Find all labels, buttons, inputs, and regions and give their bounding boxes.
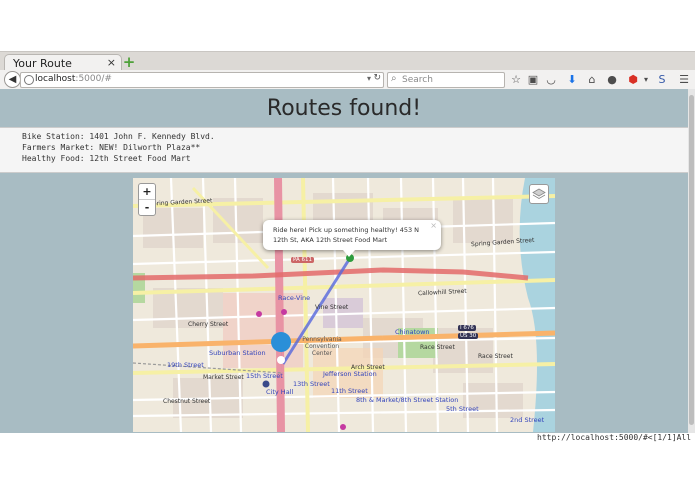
map-label-vine: Vine Street — [315, 304, 349, 311]
map-label-cherry: Cherry Street — [188, 321, 229, 328]
reading-list-icon[interactable]: ▣ — [526, 73, 540, 86]
search-input[interactable] — [402, 74, 500, 85]
map-popup: Ride here! Pick up something healthy! 45… — [263, 220, 441, 257]
bookmark-star-icon[interactable]: ☆ — [509, 73, 523, 86]
result-healthy-food: Healthy Food: 12th Street Food Mart — [22, 154, 191, 163]
tab-strip: Your Route × + — [0, 51, 695, 72]
menu-icon[interactable]: ☰ — [677, 73, 691, 86]
result-bike-station: Bike Station: 1401 John F. Kennedy Blvd. — [22, 132, 215, 141]
map-label-jefferson-station: Jefferson Station — [323, 370, 377, 378]
page-title: Routes found! — [266, 96, 422, 121]
map-label-chestnut: Chestnut Street — [163, 398, 211, 405]
reload-icon[interactable]: ↻ — [373, 73, 381, 83]
download-icon[interactable]: ⬇ — [565, 73, 579, 86]
zoom-out-button[interactable]: - — [139, 200, 155, 215]
url-text: localhost:5000/# — [35, 74, 112, 84]
map-label-market: Market Street — [203, 374, 244, 381]
chat-icon[interactable]: ● — [605, 73, 619, 86]
map-label-13th: 13th Street — [293, 380, 330, 388]
map-shield-us30: US 30 — [458, 333, 479, 339]
window-top-area — [0, 0, 695, 51]
scrollbar-thumb[interactable] — [689, 95, 694, 425]
new-tab-icon[interactable]: + — [122, 55, 136, 70]
zoom-in-button[interactable]: + — [139, 184, 155, 200]
layers-icon — [532, 188, 546, 199]
zoom-control: + - — [138, 183, 156, 216]
layers-control[interactable] — [529, 184, 549, 204]
map-shield-pa611: PA 611 — [291, 257, 314, 263]
result-farmers-market: Farmers Market: NEW! Dilworth Plaza** — [22, 143, 201, 152]
route-map[interactable]: Spring Garden Street Spring Garden Stree… — [133, 178, 555, 432]
globe-icon — [24, 75, 34, 85]
tab-title: Your Route — [13, 57, 72, 70]
search-box[interactable]: ⌕ — [387, 72, 505, 88]
page-scrollbar[interactable] — [688, 89, 695, 433]
adblock-icon[interactable]: ⬢ — [626, 73, 640, 86]
pocket-icon[interactable]: ◡ — [544, 73, 558, 86]
map-label-race-east: Race Street — [478, 353, 513, 360]
map-label-11th: 11th Street — [331, 387, 368, 395]
map-label-15th: 15th Street — [246, 372, 283, 380]
map-label-chinatown: Chinatown — [395, 328, 430, 336]
extension-icon[interactable]: S — [655, 73, 669, 86]
map-label-city-hall: City Hall — [266, 388, 294, 396]
history-dropdown-icon[interactable]: ▾ — [367, 74, 371, 83]
map-label-race: Race Street — [420, 344, 455, 351]
map-label-race-vine: Race-Vine — [278, 294, 311, 302]
popup-tip — [343, 250, 355, 257]
search-icon: ⌕ — [391, 73, 397, 84]
back-arrow-icon[interactable]: ◀ — [4, 71, 21, 88]
map-label-convention-center: Pennsylvania Convention Center — [302, 336, 342, 357]
home-icon[interactable]: ⌂ — [585, 73, 599, 86]
popup-text: Ride here! Pick up something healthy! 45… — [273, 226, 420, 244]
map-label-19th: 19th Street — [167, 361, 204, 369]
map-shield-i676: I 676 — [458, 325, 476, 331]
map-label-8th-market: 8th & Market/8th Street Station — [356, 396, 459, 404]
map-label-5th: 5th Street — [446, 405, 479, 413]
adblock-dropdown-icon[interactable]: ▾ — [639, 73, 653, 86]
popup-close-icon[interactable]: × — [430, 221, 437, 230]
navigation-toolbar: ◀ localhost:5000/# ▾ ↻ ⌕ ☆ ▣ ◡ ⬇ ⌂ ● ⬢ ▾… — [0, 70, 695, 90]
status-url: http://localhost:5000/#<[1/1]All — [537, 433, 692, 442]
url-bar[interactable]: localhost:5000/# ▾ ↻ — [20, 72, 384, 88]
map-label-suburban-station: Suburban Station — [209, 349, 266, 357]
page-content: Routes found! Bike Station: 1401 John F.… — [0, 89, 688, 433]
map-label-2nd: 2nd Street — [510, 416, 545, 424]
tab-close-icon[interactable]: × — [107, 56, 116, 69]
results-box: Bike Station: 1401 John F. Kennedy Blvd.… — [0, 127, 688, 173]
